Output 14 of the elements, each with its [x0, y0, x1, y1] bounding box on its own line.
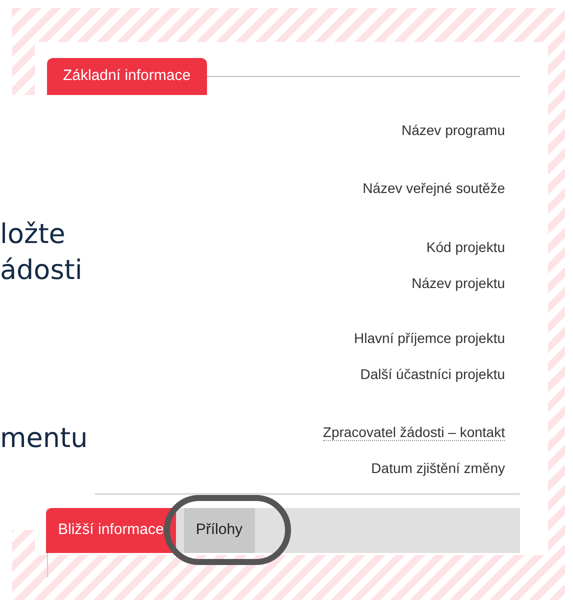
tab[interactable]: Přílohy	[184, 508, 255, 553]
tab[interactable]: Bližší informace	[46, 508, 176, 553]
section-tab[interactable]: Základní informace	[47, 58, 207, 95]
field-label: Datum zjištění změny	[371, 459, 505, 477]
field-label: Další účastníci projektu	[360, 365, 505, 383]
slide-text: ádosti	[0, 254, 82, 288]
slide-text: ložte	[0, 218, 66, 252]
field-label: Zpracovatel žádosti – kontakt	[322, 423, 505, 441]
field-label: Název projektu	[412, 274, 505, 292]
field-label: Kód projektu	[426, 238, 505, 256]
field-label: Název programu	[402, 121, 505, 139]
field-label: Hlavní příjemce projektu	[354, 329, 505, 347]
slide-text: mentu	[0, 422, 88, 456]
field-label: Název veřejné soutěže	[362, 179, 505, 197]
